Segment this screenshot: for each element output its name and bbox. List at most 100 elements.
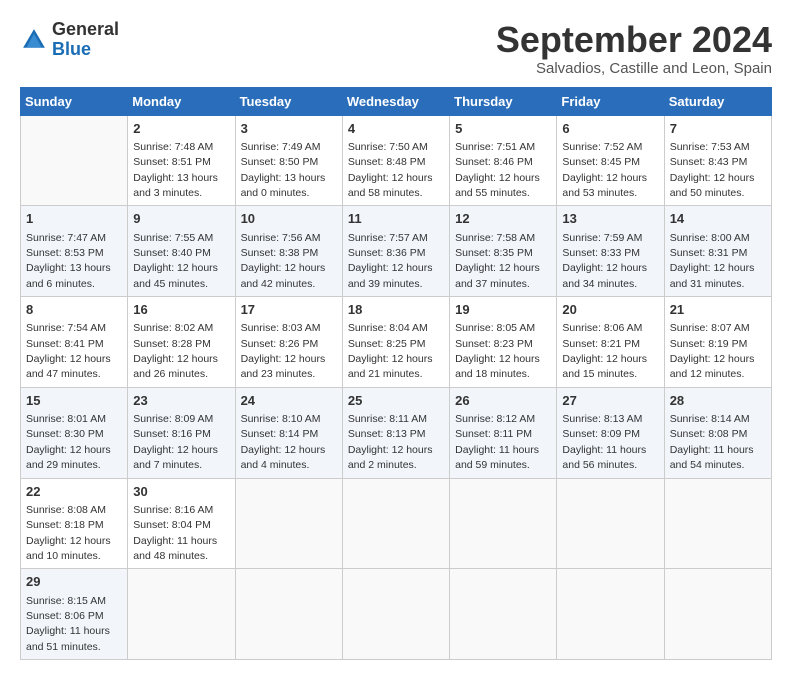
day-info: Sunrise: 7:47 AMSunset: 8:53 PMDaylight:… — [26, 232, 111, 290]
title-block: September 2024 Salvadios, Castille and L… — [496, 20, 772, 77]
day-info: Sunrise: 8:01 AMSunset: 8:30 PMDaylight:… — [26, 413, 111, 471]
day-info: Sunrise: 7:48 AMSunset: 8:51 PMDaylight:… — [133, 141, 218, 199]
day-cell-29: 29 Sunrise: 8:15 AMSunset: 8:06 PMDayligh… — [21, 569, 128, 660]
empty-cell — [450, 569, 557, 660]
col-sunday: Sunday — [21, 87, 128, 115]
day-info: Sunrise: 7:54 AMSunset: 8:41 PMDaylight:… — [26, 322, 111, 380]
day-cell-30: 30Sunrise: 8:16 AMSunset: 8:04 PMDayligh… — [128, 478, 235, 569]
day-info: Sunrise: 7:53 AMSunset: 8:43 PMDaylight:… — [670, 141, 755, 199]
day-number: 3 — [241, 120, 337, 138]
empty-cell — [21, 115, 128, 206]
day-cell-13: 13Sunrise: 7:59 AMSunset: 8:33 PMDayligh… — [557, 206, 664, 297]
day-info: Sunrise: 7:58 AMSunset: 8:35 PMDaylight:… — [455, 232, 540, 290]
day-number: 13 — [562, 210, 658, 228]
empty-cell — [128, 569, 235, 660]
day-number: 19 — [455, 301, 551, 319]
day-number: 2 — [133, 120, 229, 138]
day-number: 11 — [348, 210, 444, 228]
day-cell-21: 21 Sunrise: 8:07 AMSunset: 8:19 PMDayligh… — [664, 297, 771, 388]
day-cell-16: 16Sunrise: 8:02 AMSunset: 8:28 PMDayligh… — [128, 297, 235, 388]
empty-cell — [235, 569, 342, 660]
day-number: 15 — [26, 392, 122, 410]
day-number: 12 — [455, 210, 551, 228]
day-number: 8 — [26, 301, 122, 319]
day-info: Sunrise: 8:16 AMSunset: 8:04 PMDaylight:… — [133, 504, 217, 562]
day-cell-9: 9Sunrise: 7:55 AMSunset: 8:40 PMDaylight… — [128, 206, 235, 297]
day-cell-23: 23 Sunrise: 8:09 AMSunset: 8:16 PMDayligh… — [128, 387, 235, 478]
day-info: Sunrise: 8:15 AMSunset: 8:06 PMDaylight:… — [26, 595, 110, 653]
day-info: Sunrise: 7:49 AMSunset: 8:50 PMDaylight:… — [241, 141, 326, 199]
day-number: 4 — [348, 120, 444, 138]
day-number: 23 — [133, 392, 229, 410]
day-number: 21 — [670, 301, 766, 319]
empty-cell — [557, 569, 664, 660]
day-cell-10: 10 Sunrise: 7:56 AMSunset: 8:38 PMDayligh… — [235, 206, 342, 297]
month-title: September 2024 — [496, 20, 772, 60]
day-number: 24 — [241, 392, 337, 410]
day-cell-19: 19 Sunrise: 8:05 AMSunset: 8:23 PMDayligh… — [450, 297, 557, 388]
day-cell-24: 24Sunrise: 8:10 AMSunset: 8:14 PMDayligh… — [235, 387, 342, 478]
day-number: 22 — [26, 483, 122, 501]
calendar-row: 29 Sunrise: 8:15 AMSunset: 8:06 PMDayligh… — [21, 569, 772, 660]
day-info: Sunrise: 7:52 AMSunset: 8:45 PMDaylight:… — [562, 141, 647, 199]
day-info: Sunrise: 7:50 AMSunset: 8:48 PMDaylight:… — [348, 141, 433, 199]
day-number: 26 — [455, 392, 551, 410]
logo: General Blue — [20, 20, 119, 60]
day-info: Sunrise: 8:11 AMSunset: 8:13 PMDaylight:… — [348, 413, 433, 471]
day-info: Sunrise: 8:04 AMSunset: 8:25 PMDaylight:… — [348, 322, 433, 380]
day-number: 5 — [455, 120, 551, 138]
day-cell-5: 5 Sunrise: 7:51 AMSunset: 8:46 PMDaylight… — [450, 115, 557, 206]
logo-general-text: General — [52, 19, 119, 39]
day-info: Sunrise: 8:08 AMSunset: 8:18 PMDaylight:… — [26, 504, 111, 562]
logo-blue-text: Blue — [52, 39, 91, 59]
day-cell-20: 20Sunrise: 8:06 AMSunset: 8:21 PMDayligh… — [557, 297, 664, 388]
empty-cell — [342, 569, 449, 660]
empty-cell — [664, 478, 771, 569]
empty-cell — [557, 478, 664, 569]
calendar-table: Sunday Monday Tuesday Wednesday Thursday… — [20, 87, 772, 661]
day-cell-3: 3 Sunrise: 7:49 AMSunset: 8:50 PMDaylight… — [235, 115, 342, 206]
day-info: Sunrise: 8:03 AMSunset: 8:26 PMDaylight:… — [241, 322, 326, 380]
day-info: Sunrise: 8:13 AMSunset: 8:09 PMDaylight:… — [562, 413, 646, 471]
day-info: Sunrise: 8:09 AMSunset: 8:16 PMDaylight:… — [133, 413, 218, 471]
day-cell-28: 28Sunrise: 8:14 AMSunset: 8:08 PMDayligh… — [664, 387, 771, 478]
page-header: General Blue September 2024 Salvadios, C… — [20, 20, 772, 77]
day-number: 18 — [348, 301, 444, 319]
day-info: Sunrise: 7:56 AMSunset: 8:38 PMDaylight:… — [241, 232, 326, 290]
day-info: Sunrise: 7:55 AMSunset: 8:40 PMDaylight:… — [133, 232, 218, 290]
day-cell-2: 2 Sunrise: 7:48 AMSunset: 8:51 PMDaylight… — [128, 115, 235, 206]
calendar-row: 15 Sunrise: 8:01 AMSunset: 8:30 PMDayligh… — [21, 387, 772, 478]
day-cell-7: 7Sunrise: 7:53 AMSunset: 8:43 PMDaylight… — [664, 115, 771, 206]
header-row: Sunday Monday Tuesday Wednesday Thursday… — [21, 87, 772, 115]
day-info: Sunrise: 8:07 AMSunset: 8:19 PMDaylight:… — [670, 322, 755, 380]
day-cell-15: 15 Sunrise: 8:01 AMSunset: 8:30 PMDayligh… — [21, 387, 128, 478]
day-cell-17: 17 Sunrise: 8:03 AMSunset: 8:26 PMDayligh… — [235, 297, 342, 388]
day-info: Sunrise: 8:02 AMSunset: 8:28 PMDaylight:… — [133, 322, 218, 380]
logo-icon — [20, 26, 48, 54]
col-thursday: Thursday — [450, 87, 557, 115]
col-tuesday: Tuesday — [235, 87, 342, 115]
day-number: 10 — [241, 210, 337, 228]
day-cell-14: 14 Sunrise: 8:00 AMSunset: 8:31 PMDayligh… — [664, 206, 771, 297]
day-info: Sunrise: 7:51 AMSunset: 8:46 PMDaylight:… — [455, 141, 540, 199]
day-number: 14 — [670, 210, 766, 228]
day-number: 17 — [241, 301, 337, 319]
calendar-row: 1Sunrise: 7:47 AMSunset: 8:53 PMDaylight… — [21, 206, 772, 297]
calendar-row: 8 Sunrise: 7:54 AMSunset: 8:41 PMDaylight… — [21, 297, 772, 388]
day-info: Sunrise: 8:12 AMSunset: 8:11 PMDaylight:… — [455, 413, 539, 471]
col-wednesday: Wednesday — [342, 87, 449, 115]
day-cell-11: 11 Sunrise: 7:57 AMSunset: 8:36 PMDayligh… — [342, 206, 449, 297]
day-cell-22: 22 Sunrise: 8:08 AMSunset: 8:18 PMDayligh… — [21, 478, 128, 569]
day-number: 29 — [26, 573, 122, 591]
day-cell-1: 1Sunrise: 7:47 AMSunset: 8:53 PMDaylight… — [21, 206, 128, 297]
day-info: Sunrise: 8:00 AMSunset: 8:31 PMDaylight:… — [670, 232, 755, 290]
day-number: 6 — [562, 120, 658, 138]
empty-cell — [235, 478, 342, 569]
empty-cell — [342, 478, 449, 569]
location-subtitle: Salvadios, Castille and Leon, Spain — [496, 60, 772, 77]
day-info: Sunrise: 7:57 AMSunset: 8:36 PMDaylight:… — [348, 232, 433, 290]
day-info: Sunrise: 8:05 AMSunset: 8:23 PMDaylight:… — [455, 322, 540, 380]
day-cell-26: 26 Sunrise: 8:12 AMSunset: 8:11 PMDayligh… — [450, 387, 557, 478]
day-number: 20 — [562, 301, 658, 319]
empty-cell — [450, 478, 557, 569]
